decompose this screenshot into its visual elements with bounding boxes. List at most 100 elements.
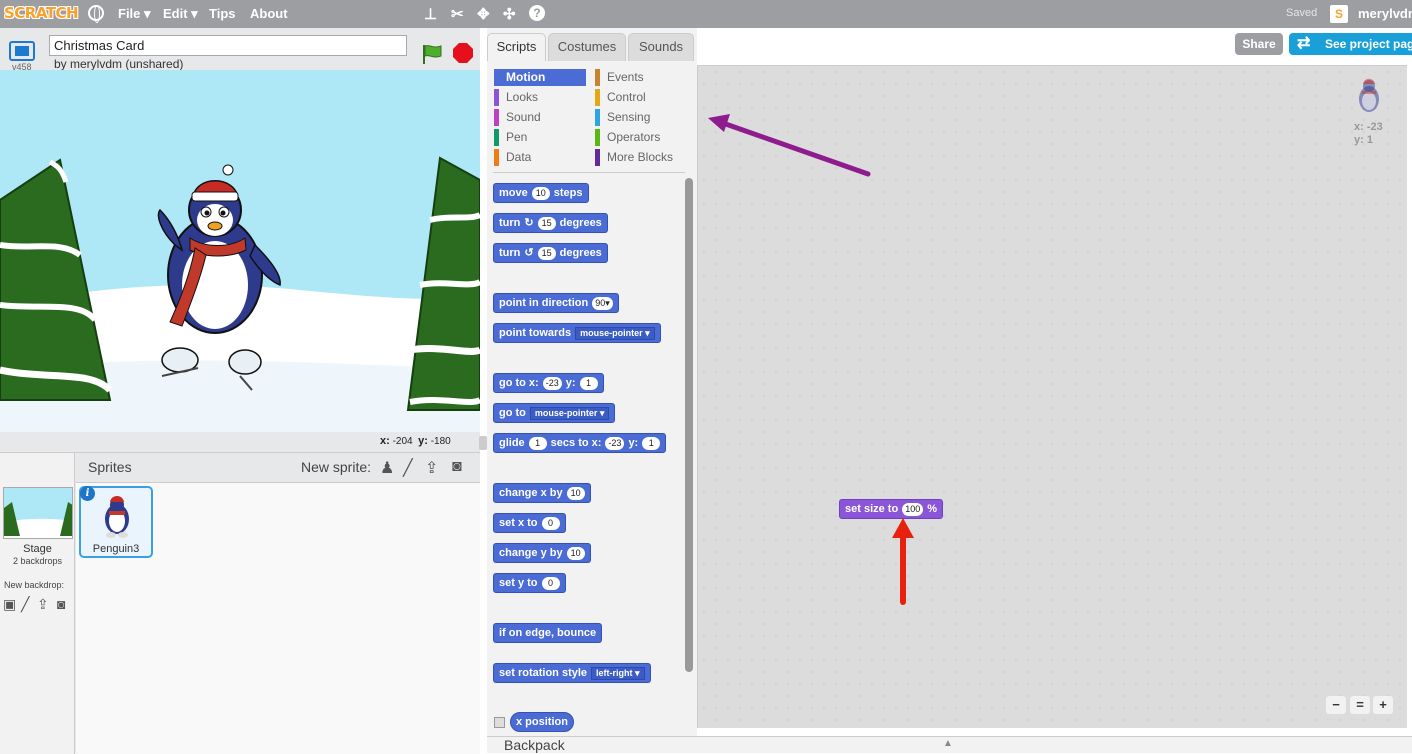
block-input[interactable]: 10: [566, 546, 585, 560]
category-pen[interactable]: Pen: [494, 129, 586, 146]
tab-sounds[interactable]: Sounds: [628, 33, 694, 61]
see-project-page-button[interactable]: ⇄ See project page: [1289, 33, 1412, 55]
category-more-blocks[interactable]: More Blocks: [595, 149, 687, 166]
see-project-icon: ⇄: [1297, 35, 1311, 52]
upload-backdrop-icon[interactable]: ⇪: [37, 596, 49, 613]
camera-sprite-icon[interactable]: ◙: [452, 458, 462, 476]
stage-canvas[interactable]: [0, 70, 480, 432]
green-flag-icon[interactable]: [421, 43, 443, 65]
block-text: steps: [553, 187, 583, 199]
block-input[interactable]: 10: [531, 186, 550, 200]
menu-file[interactable]: File ▾: [118, 6, 151, 22]
block-input[interactable]: 15: [537, 216, 556, 230]
username-link[interactable]: merylvdm: [1358, 6, 1412, 21]
category-looks[interactable]: Looks: [494, 89, 586, 106]
block-input[interactable]: 10: [566, 486, 585, 500]
block-input[interactable]: 0: [541, 576, 560, 590]
draw-backdrop-icon[interactable]: ╱: [21, 596, 29, 613]
block-input[interactable]: -23: [542, 376, 562, 390]
project-byline: by merylvdm (unshared): [54, 57, 184, 71]
category-events[interactable]: Events: [595, 69, 687, 86]
saved-status: Saved: [1286, 7, 1318, 19]
block-dropdown[interactable]: mouse-pointer: [529, 406, 610, 420]
block-set-x[interactable]: set x to 0: [493, 513, 566, 533]
zoom-reset-icon[interactable]: =: [1350, 696, 1370, 714]
category-sound-swatch: [494, 109, 499, 126]
menu-about[interactable]: About: [250, 6, 288, 21]
block-input[interactable]: 0: [541, 516, 560, 530]
tab-scripts[interactable]: Scripts: [487, 33, 546, 61]
block-point-towards[interactable]: point towards mouse-pointer: [493, 323, 661, 343]
category-motion[interactable]: Motion: [494, 69, 586, 86]
zoom-in-icon[interactable]: +: [1373, 696, 1393, 714]
block-point-in-direction[interactable]: point in direction 90▾: [493, 293, 619, 313]
zoom-out-icon[interactable]: −: [1326, 696, 1346, 714]
block-go-to-xy[interactable]: go to x: -23 y: 1: [493, 373, 604, 393]
category-control[interactable]: Control: [595, 89, 687, 106]
scratch-logo[interactable]: SCRATCH: [4, 4, 79, 22]
block-dropdown[interactable]: mouse-pointer: [575, 326, 655, 340]
tab-costumes[interactable]: Costumes: [548, 33, 626, 61]
collapse-stage-handle[interactable]: [479, 436, 487, 450]
paint-sprite-icon[interactable]: ╱: [403, 458, 413, 478]
block-change-x[interactable]: change x by 10: [493, 483, 591, 503]
block-input[interactable]: 1: [642, 436, 661, 450]
block-set-rotation-style[interactable]: set rotation style left-right: [493, 663, 651, 683]
block-input[interactable]: 100: [902, 502, 924, 516]
block-input[interactable]: -23: [605, 436, 625, 450]
x-position-checkbox[interactable]: [494, 717, 505, 728]
category-events-label: Events: [607, 70, 644, 84]
category-operators[interactable]: Operators: [595, 129, 687, 146]
block-go-to[interactable]: go to mouse-pointer: [493, 403, 616, 423]
category-data[interactable]: Data: [494, 149, 586, 166]
block-turn-left[interactable]: turn ↺ 15 degrees: [493, 243, 608, 263]
block-text: turn: [499, 217, 521, 229]
duplicate-stamp-icon[interactable]: ⊥: [424, 5, 437, 23]
grow-icon[interactable]: ✥: [477, 5, 490, 23]
block-if-on-edge-bounce[interactable]: if on edge, bounce: [493, 623, 603, 643]
sprite-info-icon[interactable]: i: [80, 486, 95, 501]
coords-y-label: y:: [418, 435, 428, 447]
block-input[interactable]: 15: [537, 246, 556, 260]
backpack-expand-icon[interactable]: ▲: [943, 738, 953, 749]
camera-backdrop-icon[interactable]: ◙: [57, 596, 65, 612]
sprite-tile-penguin3[interactable]: i Penguin3: [79, 486, 153, 558]
block-input[interactable]: 1: [528, 436, 547, 450]
palette-scrollbar[interactable]: [685, 178, 693, 672]
share-button[interactable]: Share: [1235, 33, 1283, 55]
stop-sign-icon[interactable]: [453, 43, 473, 63]
category-sensing[interactable]: Sensing: [595, 109, 687, 126]
category-sound[interactable]: Sound: [494, 109, 586, 126]
block-text: turn: [499, 247, 521, 259]
fullscreen-icon[interactable]: [9, 41, 35, 61]
stage-column: Stage 2 backdrops New backdrop: ▣ ╱ ⇪ ◙: [0, 453, 75, 754]
help-icon[interactable]: ?: [529, 5, 545, 21]
language-globe-icon[interactable]: [88, 5, 104, 23]
user-avatar-icon[interactable]: S: [1330, 5, 1348, 23]
block-glide[interactable]: glide 1 secs to x: -23 y: 1: [493, 433, 667, 453]
block-set-y[interactable]: set y to 0: [493, 573, 566, 593]
sprite-x-readout: x: -23: [1354, 121, 1383, 133]
block-x-position[interactable]: x position: [510, 712, 574, 732]
block-input[interactable]: 1: [579, 376, 598, 390]
category-events-swatch: [595, 69, 600, 86]
block-dropdown[interactable]: left-right: [591, 666, 645, 680]
upload-sprite-icon[interactable]: ⇪: [425, 458, 438, 478]
project-title-input[interactable]: [49, 35, 407, 56]
current-sprite-thumbnail: [1359, 78, 1379, 112]
block-change-y[interactable]: change y by 10: [493, 543, 591, 563]
delete-scissors-icon[interactable]: ✂: [451, 5, 464, 23]
menu-tips[interactable]: Tips: [209, 6, 236, 21]
choose-sprite-library-icon[interactable]: ♟: [380, 458, 394, 478]
category-control-label: Control: [607, 90, 646, 104]
block-turn-right[interactable]: turn ↻ 15 degrees: [493, 213, 608, 233]
shrink-icon[interactable]: ✣: [503, 5, 516, 23]
block-text: point in direction: [499, 297, 589, 309]
menu-bar: SCRATCH File ▾ Edit ▾ Tips About ⊥ ✂ ✥ ✣…: [0, 0, 1412, 28]
category-control-swatch: [595, 89, 600, 106]
stage-thumbnail[interactable]: [3, 487, 73, 539]
menu-edit[interactable]: Edit ▾: [163, 6, 198, 22]
block-move-steps[interactable]: move 10 steps: [493, 183, 589, 203]
paint-backdrop-icon[interactable]: ▣: [3, 596, 16, 613]
block-input[interactable]: 90▾: [592, 296, 613, 310]
